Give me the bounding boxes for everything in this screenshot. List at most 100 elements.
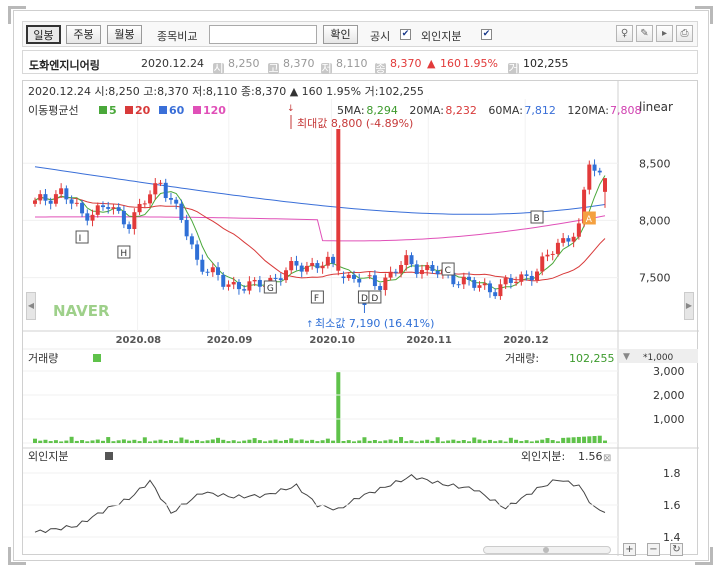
volume-unit: *1,000 <box>643 353 674 363</box>
volume-bar <box>404 441 409 443</box>
volume-bar <box>597 435 602 443</box>
scroll-left-icon[interactable]: ◀ <box>26 292 36 320</box>
indicator-icon[interactable]: ♀ <box>616 25 633 42</box>
tab-daily[interactable]: 일봉 <box>26 25 61 44</box>
volume-bar <box>467 441 472 443</box>
ma120-line <box>35 215 606 242</box>
print-icon[interactable]: ⎙ <box>676 25 693 42</box>
volume-bar <box>116 440 121 443</box>
max-arrow-icon: ↓ <box>287 104 295 114</box>
candle-body <box>508 278 513 283</box>
candle-body <box>158 182 163 184</box>
candle-body <box>487 283 492 293</box>
ma-legend-swatch <box>99 106 107 114</box>
volume-bar <box>226 441 231 443</box>
candle-body <box>137 203 142 213</box>
time-scrollbar-thumb[interactable] <box>543 547 549 553</box>
volume-bar <box>299 439 304 443</box>
volume-bar <box>263 441 268 443</box>
candle-body <box>38 194 43 201</box>
disclosure-checkbox[interactable]: ✔ <box>400 29 411 40</box>
foreign-y-tick: 1.8 <box>663 467 681 480</box>
min-arrow-icon: ↑ <box>306 320 314 330</box>
candle-body <box>43 194 48 201</box>
candle-body <box>425 265 430 271</box>
candle-body <box>514 281 519 283</box>
ma-title: 이동평균선 <box>28 104 79 117</box>
volume-bar <box>414 441 419 443</box>
x-tick-label: 2020.12 <box>503 335 549 346</box>
event-marker-label: B <box>534 214 540 224</box>
ma-legend-label: 20 <box>135 104 151 117</box>
candle-body <box>80 202 85 214</box>
candle-body <box>404 255 409 265</box>
candle-body <box>503 278 508 285</box>
candle-body <box>116 207 121 211</box>
candle-body <box>393 271 398 273</box>
candle-body <box>461 276 466 285</box>
volume-bar <box>38 440 43 443</box>
volume-bar <box>498 440 503 443</box>
candle-body <box>210 267 215 273</box>
ma-value-label: 5MA: <box>337 104 365 117</box>
volume-bar <box>33 438 37 443</box>
chart-canvas[interactable]: I H G F D D C B A 2020.12.24 시:8,250 고:8,370 저:8… <box>23 81 699 556</box>
scale-mode[interactable]: linear <box>639 100 673 114</box>
tab-monthly[interactable]: 월봉 <box>107 25 142 44</box>
reset-icon[interactable]: ↻ <box>670 543 683 556</box>
candle-body <box>252 279 257 282</box>
ma-legend: 5 20 60 120 <box>99 104 226 117</box>
candle-body <box>242 289 247 291</box>
foreign-close-icon[interactable]: ⊠ <box>603 453 611 464</box>
cursor-icon[interactable]: ▸ <box>656 25 673 42</box>
volume-bar <box>236 441 241 443</box>
compare-input[interactable] <box>209 25 317 44</box>
foreign-checkbox[interactable]: ✔ <box>481 29 492 40</box>
volume-bar <box>472 437 477 443</box>
volume-bar <box>304 440 309 443</box>
zoom-in-button[interactable]: + <box>623 543 636 556</box>
zoom-out-button[interactable]: − <box>647 543 660 556</box>
volume-bar <box>158 439 163 443</box>
volume-bar <box>53 440 58 443</box>
volume-bar <box>419 440 424 443</box>
candle-body <box>493 292 498 297</box>
volume-title: 거래량 <box>28 352 58 365</box>
volume-y-tick: 1,000 <box>653 413 685 426</box>
candle-body <box>336 129 341 271</box>
volume-bar <box>179 437 184 443</box>
candle-body <box>519 274 524 282</box>
candle-body <box>74 202 79 204</box>
scroll-right-icon[interactable]: ▶ <box>684 292 694 320</box>
candle-body <box>592 164 597 171</box>
chart-area[interactable]: I H G F DD C B A 2020.12.24 시:8,250 고:8,370 저:8… <box>22 80 699 556</box>
open-value: 8,250 <box>228 57 260 70</box>
draw-icon[interactable]: ✎ <box>636 25 653 42</box>
x-tick-label: 2020.09 <box>207 335 253 346</box>
volume-bar <box>48 441 53 443</box>
ma-legend-label: 5 <box>109 104 117 117</box>
candle-body <box>289 261 294 271</box>
stock-info-bar: 도화엔지니어링 2020.12.24 시 8,250 고 8,370 저 8,1… <box>22 50 698 74</box>
ma60-line <box>34 166 606 215</box>
x-tick-label: 2020.11 <box>406 335 452 346</box>
candle-body <box>477 285 482 288</box>
ma-values: 5MA: 8,294 20MA: 8,232 60MA: 7,812 120MA: 7,808 <box>337 104 642 117</box>
volume-bar <box>200 441 205 443</box>
candle-body <box>205 271 210 273</box>
volume-bar <box>153 440 158 443</box>
volume-bar <box>64 440 69 443</box>
candle-body <box>148 194 153 204</box>
candle-body <box>472 279 477 288</box>
candle-body <box>529 275 534 281</box>
volume-bar <box>325 438 330 443</box>
volume-bar <box>95 439 100 443</box>
confirm-button[interactable]: 확인 <box>323 25 358 44</box>
candle-body <box>555 242 560 254</box>
tab-weekly[interactable]: 주봉 <box>66 25 101 44</box>
candle-body <box>561 238 566 243</box>
volume-value: 102,255 <box>569 352 615 365</box>
volume-bar <box>80 440 85 443</box>
candle-body <box>273 277 278 279</box>
volume-bar <box>252 438 257 443</box>
